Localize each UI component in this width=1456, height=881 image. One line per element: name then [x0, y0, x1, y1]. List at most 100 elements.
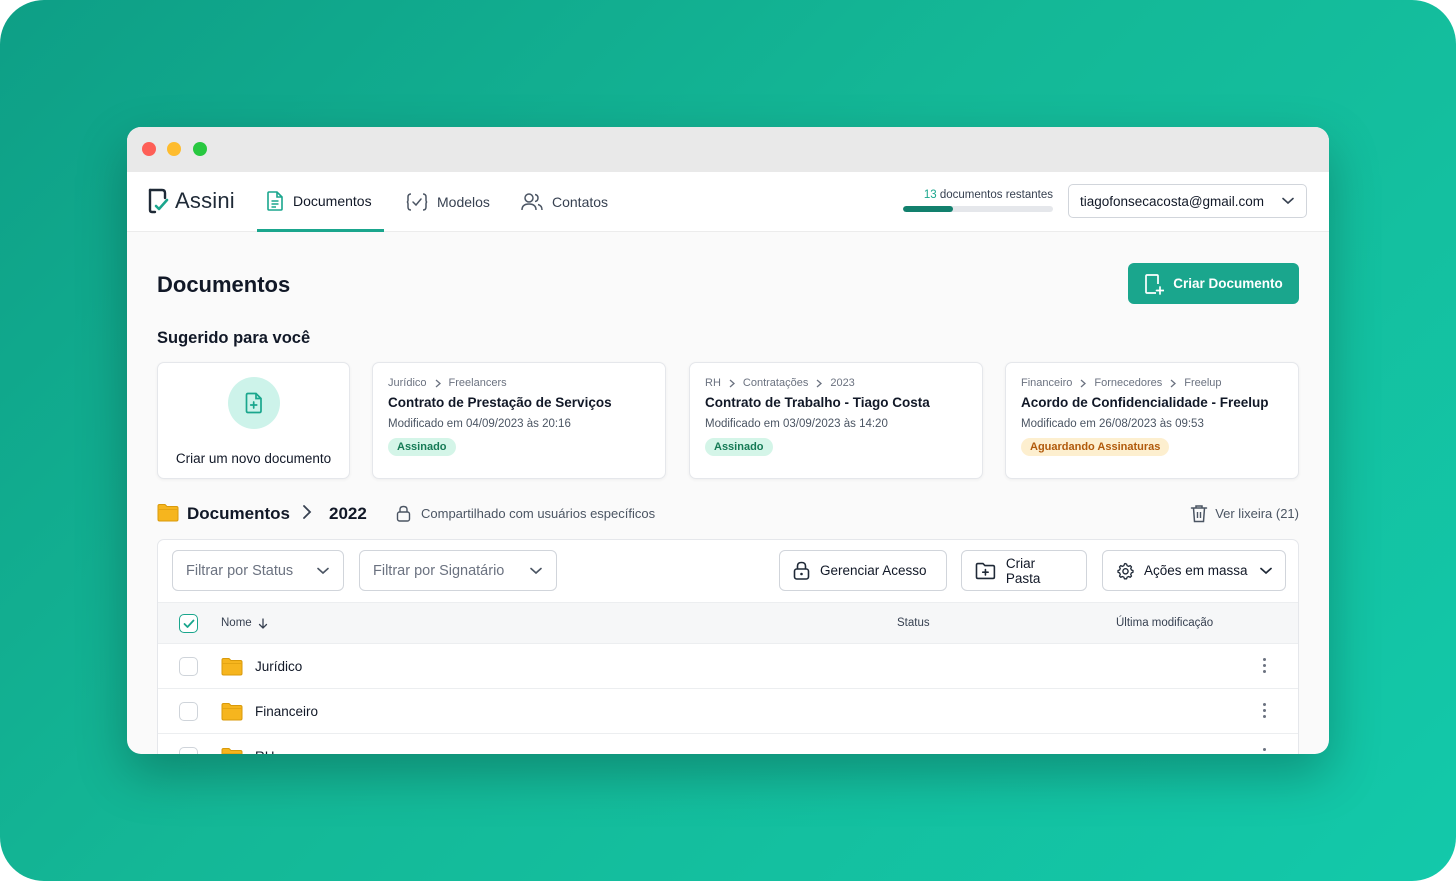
document-icon: [267, 190, 283, 211]
status-badge: Assinado: [705, 438, 773, 456]
quota-progress-fill: [903, 206, 953, 212]
filter-status-select[interactable]: Filtrar por Status: [172, 550, 344, 591]
trash-icon: [1190, 505, 1208, 523]
tab-label: Modelos: [437, 194, 490, 210]
breadcrumb: Jurídico Freelancers: [388, 377, 650, 389]
quota-count: 13: [923, 189, 937, 201]
suggested-title: Sugerido para você: [157, 329, 311, 347]
bulk-actions-dropdown[interactable]: Ações em massa: [1102, 550, 1286, 591]
manage-access-button[interactable]: Gerenciar Acesso: [779, 550, 947, 591]
row-name: Financeiro: [255, 704, 319, 719]
row-checkbox[interactable]: [179, 657, 198, 676]
table-row[interactable]: Jurídico: [158, 644, 1298, 689]
quota-label: documentos restantes: [939, 189, 1053, 201]
row-checkbox[interactable]: [179, 702, 198, 721]
folder-icon: [221, 703, 243, 721]
app-window: Assini Documentos Modelos Contatos 13 do…: [127, 127, 1329, 754]
select-all-checkbox[interactable]: [179, 614, 198, 633]
check-icon: [183, 619, 194, 628]
suggested-document-card[interactable]: Jurídico Freelancers Contrato de Prestaç…: [372, 362, 666, 479]
chevron-right-icon: [729, 379, 735, 387]
account-email: tiagofonsecacosta@gmail.com: [1080, 193, 1265, 209]
add-document-icon: [1145, 273, 1165, 295]
minimize-window-button[interactable]: [167, 142, 181, 156]
new-document-card[interactable]: Criar um novo documento: [157, 362, 350, 479]
breadcrumb-item: Freelup: [1184, 377, 1222, 389]
tab-label: Documentos: [293, 192, 372, 209]
chevron-right-icon: [1170, 379, 1177, 387]
add-folder-icon: [975, 562, 996, 579]
main-content: Documentos Criar Documento Sugerido para…: [127, 232, 1329, 754]
sharing-status: Compartilhado com usuários específicos: [421, 506, 656, 521]
column-name-label: Nome: [221, 617, 252, 629]
new-document-icon-circle: [227, 377, 280, 429]
column-modified-header[interactable]: Última modificação: [1116, 617, 1213, 629]
status-badge: Aguardando Assinaturas: [1021, 438, 1170, 456]
suggested-document-card[interactable]: Financeiro Fornecedores Freelup Acordo d…: [1005, 362, 1299, 479]
column-status-header[interactable]: Status: [897, 617, 930, 629]
breadcrumb-item: Fornecedores: [1094, 377, 1163, 389]
breadcrumb-item: RH: [705, 377, 721, 389]
folder-icon: [157, 504, 179, 522]
add-document-icon: [245, 392, 262, 414]
create-document-button[interactable]: Criar Documento: [1128, 263, 1299, 304]
app-name: Assini: [175, 188, 235, 213]
view-trash-link[interactable]: Ver lixeira (21): [1190, 504, 1299, 523]
breadcrumb-root[interactable]: Documentos: [187, 504, 290, 524]
tab-modelos[interactable]: Modelos: [406, 172, 490, 232]
folder-path-bar: Documentos 2022 Compartilhado com usuári…: [157, 502, 1299, 526]
create-folder-button[interactable]: Criar Pasta: [961, 550, 1087, 591]
quota-progress-bar: [903, 206, 1053, 212]
chevron-down-icon: [317, 567, 329, 574]
bulk-actions-content: Ações em massa: [1116, 562, 1248, 580]
chevron-down-icon: [530, 567, 542, 574]
template-icon: [406, 193, 428, 211]
logo-icon: [148, 188, 169, 214]
breadcrumb-item: Jurídico: [388, 377, 427, 389]
filter-signer-label: Filtrar por Signatário: [373, 562, 505, 579]
breadcrumb: Financeiro Fornecedores Freelup: [1021, 377, 1283, 389]
row-menu-icon[interactable]: [1263, 658, 1266, 673]
close-window-button[interactable]: [142, 142, 156, 156]
top-navigation: Assini Documentos Modelos Contatos 13 do…: [127, 172, 1329, 232]
breadcrumb: RH Contratações 2023: [705, 377, 967, 389]
chevron-down-icon: [1282, 197, 1294, 205]
table-row[interactable]: Financeiro: [158, 689, 1298, 734]
chevron-right-icon: [435, 379, 441, 387]
app-logo[interactable]: Assini: [147, 188, 235, 214]
desktop-background: Assini Documentos Modelos Contatos 13 do…: [0, 0, 1456, 881]
maximize-window-button[interactable]: [193, 142, 207, 156]
chevron-right-icon: [816, 379, 823, 387]
bulk-actions-label: Ações em massa: [1144, 563, 1248, 578]
contacts-icon: [521, 193, 543, 211]
new-document-label: Criar um novo documento: [175, 451, 332, 466]
tab-contatos[interactable]: Contatos: [521, 172, 608, 232]
quota-text: 13 documentos restantes: [903, 189, 1053, 201]
document-title: Contrato de Trabalho - Tiago Costa: [705, 395, 930, 410]
arrow-down-icon: [258, 617, 267, 629]
document-modified: Modificado em 26/08/2023 às 09:53: [1021, 418, 1204, 430]
column-name-header[interactable]: Nome: [221, 617, 268, 629]
document-modified: Modificado em 04/09/2023 às 20:16: [388, 418, 571, 430]
tab-documentos[interactable]: Documentos: [257, 172, 384, 232]
row-menu-icon[interactable]: [1263, 748, 1266, 754]
view-trash-label: Ver lixeira (21): [1215, 506, 1299, 521]
suggested-document-card[interactable]: RH Contratações 2023 Contrato de Trabalh…: [689, 362, 983, 479]
row-menu-icon[interactable]: [1263, 703, 1266, 718]
chevron-right-icon: [1080, 379, 1087, 387]
breadcrumb-item: 2023: [830, 377, 855, 389]
folder-icon: [221, 748, 243, 754]
lock-icon: [793, 561, 810, 580]
table-row[interactable]: RH: [158, 734, 1298, 754]
tab-label: Contatos: [552, 194, 609, 210]
breadcrumb-item: Contratações: [742, 377, 809, 389]
table-header: Nome Status Última modificação: [158, 602, 1298, 644]
filter-signer-select[interactable]: Filtrar por Signatário: [359, 550, 557, 591]
page-title: Documentos: [157, 272, 291, 297]
folder-icon: [221, 658, 243, 676]
document-quota: 13 documentos restantes: [903, 189, 1053, 212]
document-modified: Modificado em 03/09/2023 às 14:20: [705, 418, 888, 430]
filter-status-label: Filtrar por Status: [186, 562, 294, 579]
account-dropdown[interactable]: tiagofonsecacosta@gmail.com: [1068, 184, 1307, 218]
row-checkbox[interactable]: [179, 747, 198, 754]
